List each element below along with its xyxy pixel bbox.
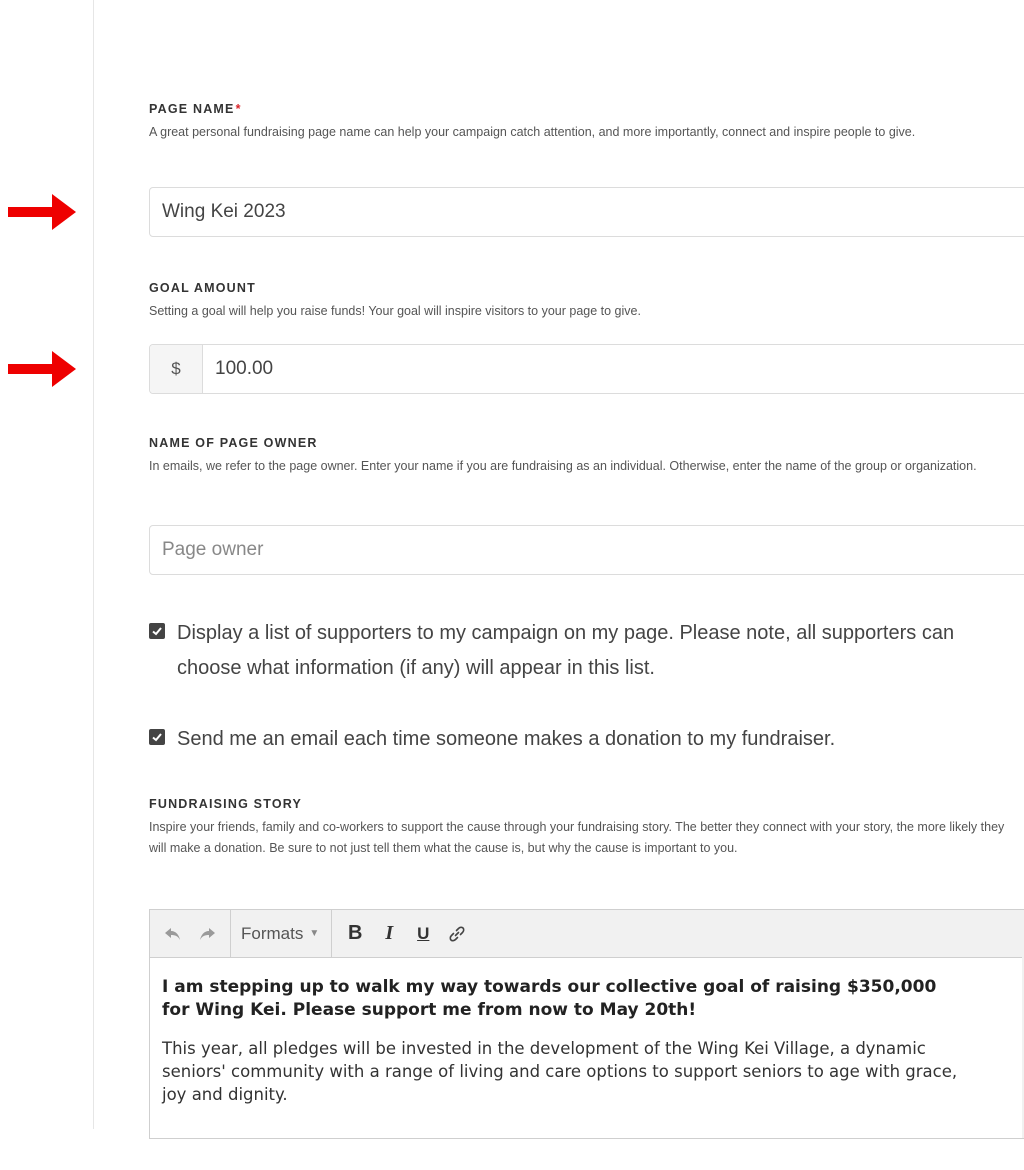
goal-amount-section: GOAL AMOUNT Setting a goal will help you… [149, 281, 1024, 322]
redo-button[interactable] [190, 917, 224, 951]
formats-label: Formats [241, 923, 304, 943]
fundraising-story-label: FUNDRAISING STORY [149, 797, 303, 811]
required-mark: * [235, 102, 242, 116]
bold-button[interactable]: B [338, 917, 372, 951]
page-name-label: PAGE NAME* [149, 102, 242, 116]
undo-button[interactable] [156, 917, 190, 951]
formats-group: Formats ▼ [231, 910, 333, 957]
goal-amount-value: 100.00 [215, 358, 274, 379]
page-owner-help: In emails, we refer to the page owner. E… [149, 459, 977, 473]
email-on-donation-option: Send me an email each time someone makes… [149, 722, 1004, 757]
currency-addon: $ [150, 345, 203, 393]
formats-dropdown[interactable]: Formats ▼ [237, 924, 325, 944]
display-supporters-text: Display a list of supporters to my campa… [177, 622, 955, 679]
page-name-section: PAGE NAME* A great personal fundraising … [149, 102, 1024, 143]
story-heading: I am stepping up to walk my way towards … [162, 977, 937, 1020]
chevron-down-icon: ▼ [309, 928, 320, 939]
page-name-input[interactable]: Wing Kei 2023 [149, 187, 1024, 237]
goal-amount-help: Setting a goal will help you raise funds… [149, 304, 641, 318]
redo-icon [200, 927, 215, 940]
editor-toolbar: Formats ▼ B I U [150, 910, 1024, 958]
link-button[interactable] [440, 917, 474, 951]
story-paragraph: This year, all pledges will be invested … [162, 1039, 958, 1104]
display-supporters-option: Display a list of supporters to my campa… [149, 616, 1004, 686]
goal-amount-input[interactable]: $ 100.00 [149, 344, 1024, 394]
editor-content[interactable]: I am stepping up to walk my way towards … [150, 958, 1024, 1106]
email-on-donation-checkbox[interactable] [149, 729, 165, 745]
fundraising-story-section: FUNDRAISING STORY Inspire your friends, … [149, 797, 1024, 859]
italic-button[interactable]: I [372, 917, 406, 951]
undo-icon [165, 927, 180, 940]
checkmark-icon [152, 627, 162, 636]
page-owner-section: NAME OF PAGE OWNER In emails, we refer t… [149, 436, 1024, 477]
email-on-donation-text: Send me an email each time someone makes… [177, 728, 836, 750]
link-icon [449, 926, 465, 941]
left-divider [93, 0, 94, 1129]
checkmark-icon [152, 733, 162, 742]
red-arrow-icon [8, 351, 76, 387]
red-arrow-icon [8, 194, 76, 230]
page-owner-placeholder: Page owner [162, 539, 264, 560]
underline-button[interactable]: U [406, 917, 440, 951]
style-group: B I U [332, 910, 480, 957]
page-owner-label: NAME OF PAGE OWNER [149, 436, 318, 450]
goal-amount-label: GOAL AMOUNT [149, 281, 256, 295]
page-name-help: A great personal fundraising page name c… [149, 125, 916, 139]
story-editor: Formats ▼ B I U I am stepping up to walk… [149, 909, 1024, 1139]
display-supporters-checkbox[interactable] [149, 623, 165, 639]
history-group [150, 910, 231, 957]
page-owner-input[interactable]: Page owner [149, 525, 1024, 575]
page-name-value: Wing Kei 2023 [162, 201, 286, 222]
fundraising-story-help: Inspire your friends, family and co-work… [149, 820, 1005, 855]
